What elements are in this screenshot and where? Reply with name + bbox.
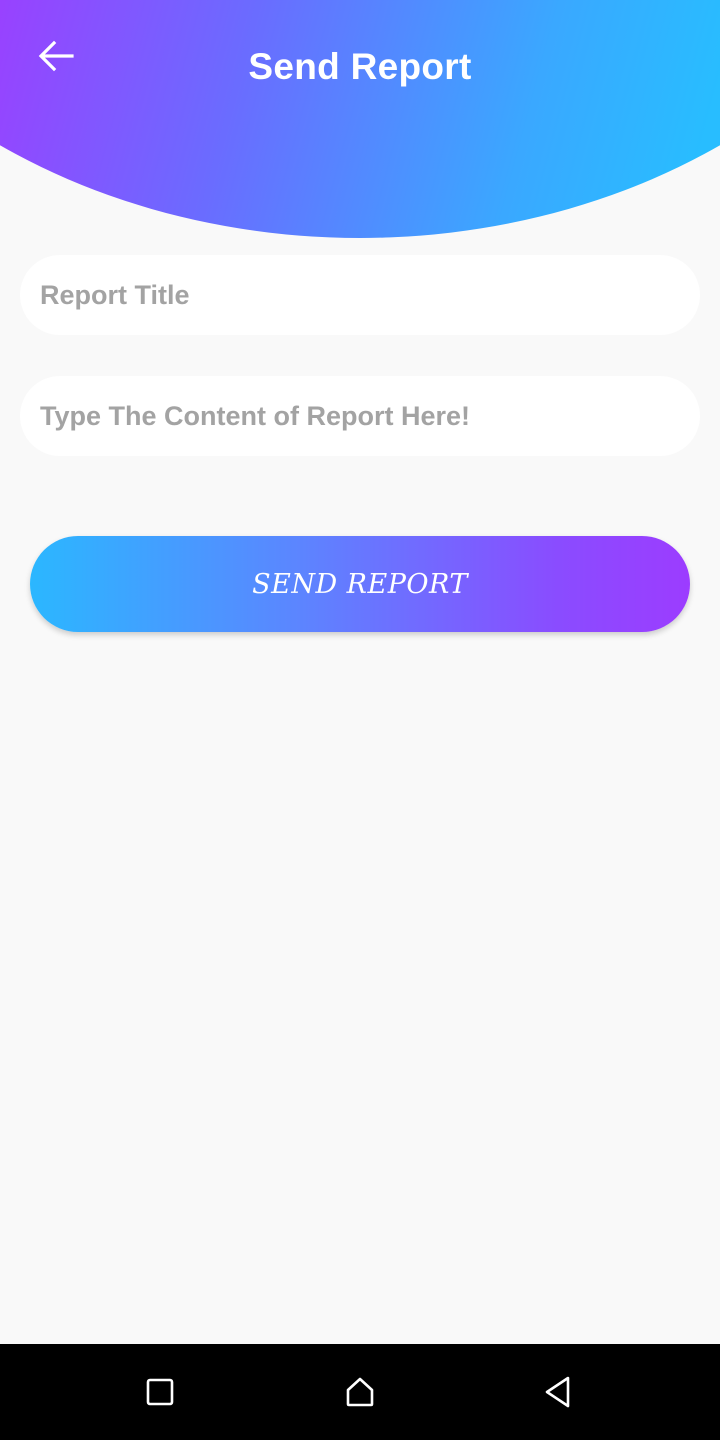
- header-background: [0, 0, 720, 238]
- home-icon: [346, 1377, 374, 1407]
- system-back-button[interactable]: [534, 1368, 582, 1416]
- recents-button[interactable]: [136, 1368, 184, 1416]
- back-triangle-icon: [545, 1376, 570, 1408]
- page-title: Send Report: [248, 46, 472, 87]
- report-title-input[interactable]: [20, 255, 700, 335]
- send-report-screen: Send Report SEND REPORT: [0, 0, 720, 1440]
- home-button[interactable]: [336, 1368, 384, 1416]
- send-report-button[interactable]: SEND REPORT: [30, 536, 690, 632]
- recents-square-icon: [146, 1378, 174, 1406]
- system-nav-bar: [0, 1344, 720, 1440]
- report-content-input[interactable]: [20, 376, 700, 456]
- send-report-label: SEND REPORT: [252, 568, 468, 600]
